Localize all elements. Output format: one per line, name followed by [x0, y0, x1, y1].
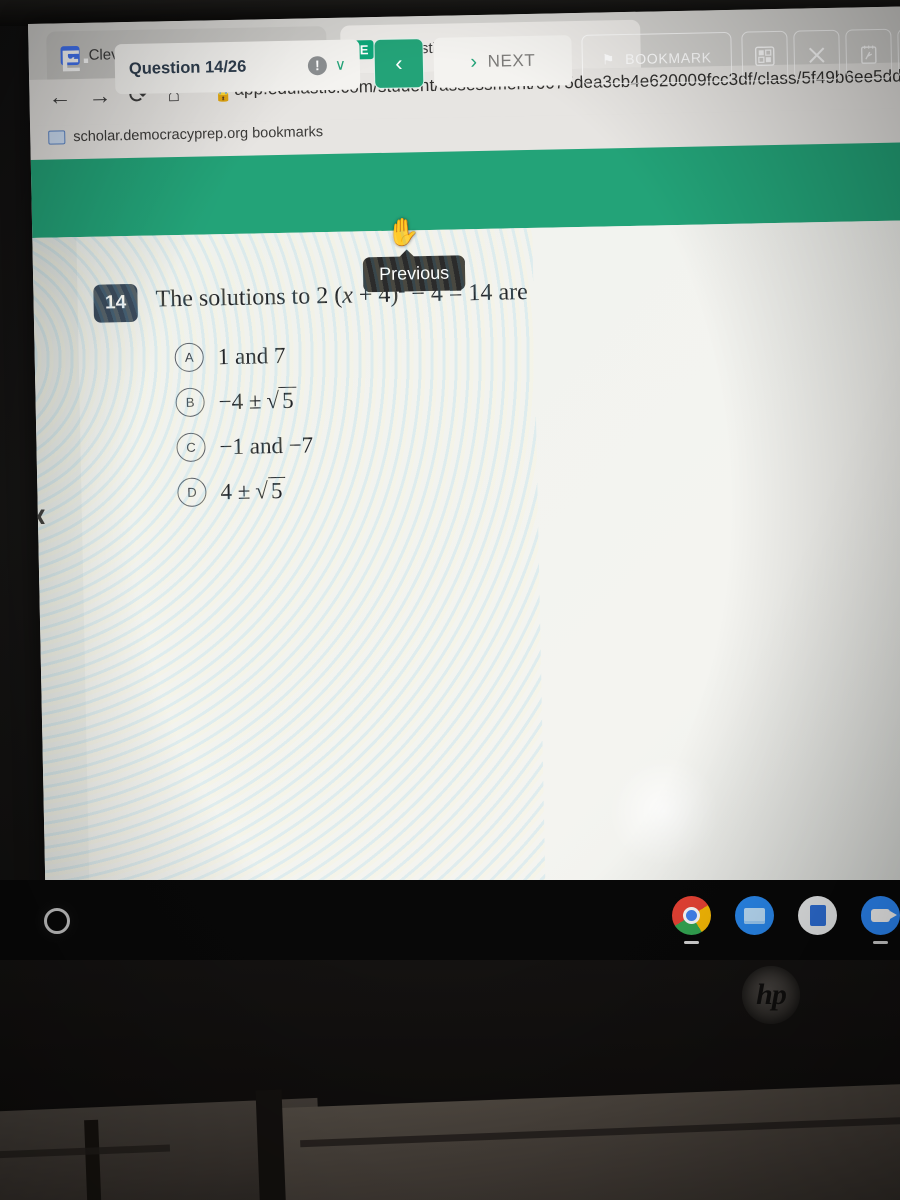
- forward-icon[interactable]: →: [88, 82, 112, 108]
- camera-glyph: [871, 909, 897, 922]
- answer-choice-c[interactable]: C −1 and −7: [176, 422, 314, 470]
- shelf-app-icons: [672, 896, 900, 944]
- scratchpad-icon: [860, 45, 877, 64]
- bookmark-label: BOOKMARK: [625, 49, 712, 68]
- stem-prefix: The solutions to: [155, 283, 317, 313]
- scratchpad-button[interactable]: [845, 28, 893, 80]
- back-icon[interactable]: ←: [48, 83, 72, 109]
- chevron-right-icon: ›: [470, 50, 478, 73]
- close-button[interactable]: [793, 29, 841, 81]
- folder-glyph: [744, 907, 765, 924]
- running-indicator: [873, 941, 888, 944]
- chevron-down-icon: ∨: [334, 56, 347, 74]
- radicand: 5: [278, 386, 297, 413]
- hp-logo: hp: [742, 966, 800, 1024]
- answer-choice-a[interactable]: A 1 and 7: [174, 332, 312, 380]
- choice-label: −1 and −7: [219, 431, 314, 459]
- edulastic-logo: E·: [60, 44, 94, 79]
- choice-text-part: 4 ±: [220, 478, 251, 504]
- warning-icon: !: [307, 55, 328, 75]
- choice-label: 4 ± √ 5: [220, 476, 286, 504]
- question-page: 14 The solutions to 2 (x + 4)2 − 4 = 14 …: [32, 220, 900, 904]
- radical-icon: √ 5: [253, 476, 286, 504]
- previous-tooltip: Previous: [362, 255, 466, 293]
- collapse-panel-icon[interactable]: ‹: [36, 494, 46, 537]
- zoom-icon[interactable]: [861, 896, 900, 944]
- laptop-photo: C Clever | Portal E Edulastic ✕ ✕ + ← → …: [0, 0, 900, 1200]
- choice-bubble[interactable]: A: [174, 342, 205, 373]
- radical-icon: √ 5: [264, 386, 297, 414]
- calculator-icon: [754, 46, 775, 67]
- launcher-button[interactable]: [44, 908, 70, 934]
- choice-bubble[interactable]: B: [175, 387, 205, 418]
- question-counter-label: Question 14/26: [128, 57, 247, 78]
- stem-suffix: are: [492, 279, 528, 306]
- choice-label: 1 and 7: [217, 342, 286, 369]
- chevron-left-icon: ‹: [394, 50, 403, 76]
- docs-icon[interactable]: [798, 896, 837, 935]
- close-icon: [808, 47, 825, 64]
- question-number-badge: 14: [93, 283, 139, 323]
- chrome-icon[interactable]: [672, 896, 711, 944]
- bookmark-button[interactable]: ⚑ BOOKMARK: [581, 31, 733, 85]
- bookmark-flag-icon: ⚑: [601, 50, 616, 67]
- answer-choices: A 1 and 7 B −4 ± √ 5 C −1 and −7 D 4 ± √…: [174, 332, 314, 515]
- question-selector[interactable]: Question 14/26 ! ∨: [114, 39, 361, 95]
- files-icon[interactable]: [735, 896, 774, 935]
- document-glyph: [809, 905, 826, 926]
- calculator-button[interactable]: [741, 30, 789, 82]
- stem-expr-a: 2 (: [315, 282, 343, 310]
- running-indicator: [684, 941, 699, 944]
- next-button[interactable]: › NEXT: [433, 35, 573, 88]
- answer-choice-d[interactable]: D 4 ± √ 5: [177, 467, 315, 515]
- choice-bubble[interactable]: C: [176, 432, 206, 463]
- folder-icon: [48, 130, 66, 145]
- choice-bubble[interactable]: D: [177, 477, 207, 508]
- next-label: NEXT: [487, 50, 536, 71]
- laptop-screen: C Clever | Portal E Edulastic ✕ ✕ + ← → …: [28, 6, 900, 904]
- previous-button[interactable]: ‹: [373, 38, 425, 90]
- question-stem: The solutions to 2 (x + 4)2 − 4 = 14 are: [155, 276, 528, 321]
- choice-label: −4 ± √ 5: [218, 386, 297, 415]
- choice-text-part: −4 ±: [218, 387, 262, 414]
- desk-gap: [255, 1089, 287, 1200]
- mouse-cursor: ✋: [385, 217, 421, 248]
- answer-choice-b[interactable]: B −4 ± √ 5: [175, 377, 313, 425]
- radicand: 5: [267, 476, 286, 503]
